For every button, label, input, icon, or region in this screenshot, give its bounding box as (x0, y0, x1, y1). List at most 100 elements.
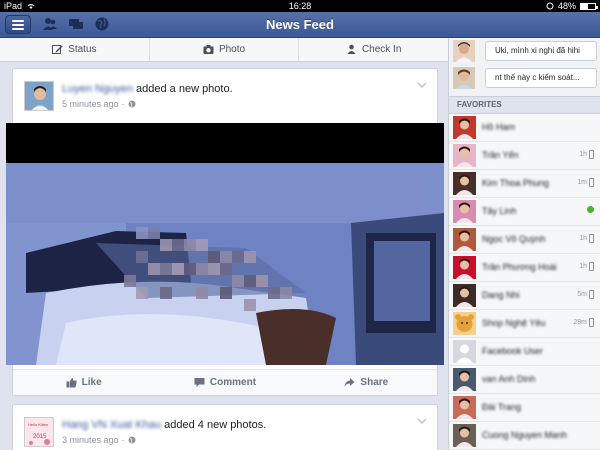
mobile-phone-icon (589, 234, 594, 243)
favorite-friend-row[interactable]: Trần Phương Hoài 1h (449, 254, 600, 282)
comment-button[interactable]: Comment (154, 370, 295, 395)
presence-status: 28m (573, 318, 594, 327)
friend-name: Ngọc Võ Quỳnh (482, 234, 546, 244)
checkin-label: Check In (361, 44, 402, 55)
friend-avatar (453, 368, 476, 391)
favorite-friend-row[interactable]: Shop Nghệ Yêu 28m (449, 310, 600, 338)
photo-button[interactable]: Photo (150, 38, 300, 61)
share-label: Share (360, 377, 389, 388)
clock: 16:28 (288, 1, 312, 11)
presence-status: 1h (579, 262, 594, 271)
author-avatar[interactable]: Hello Kiiten 2015 (24, 417, 54, 447)
last-active-time: 1h (579, 151, 587, 158)
last-active-time: 5m (577, 291, 587, 298)
favorite-friend-row[interactable]: Đài Trang (449, 394, 600, 422)
presence-status (587, 206, 594, 213)
friend-avatar (453, 396, 476, 419)
ios-status-bar: iPad 16:28 48% (0, 0, 600, 12)
time-text[interactable]: 5 minutes ago (62, 99, 119, 109)
friend-name: Tây Linh (482, 206, 517, 216)
last-active-time: 1h (579, 235, 587, 242)
status-label: Status (68, 44, 97, 55)
last-active-time: 1m (577, 179, 587, 186)
top-navigation-bar: News Feed (0, 12, 600, 38)
favorite-friend-row[interactable]: Facebook User (449, 338, 600, 366)
battery-icon (580, 2, 598, 10)
friend-avatar (453, 228, 476, 251)
news-feed[interactable]: Luyen Nguyen added a new photo. 5 minute… (0, 62, 448, 450)
last-active-time: 28m (573, 319, 587, 326)
like-button[interactable]: Like (13, 370, 154, 395)
globe-icon (128, 100, 136, 108)
checkin-button[interactable]: Check In (299, 38, 448, 61)
post-photo[interactable] (6, 123, 444, 365)
author-name[interactable]: Hang VN Xuat Khau (62, 419, 161, 431)
favorite-friend-row[interactable]: Cuong Nguyen Manh (449, 422, 600, 450)
pencil-icon (52, 45, 63, 54)
mobile-phone-icon (589, 290, 594, 299)
presence-status: 5m (577, 290, 594, 299)
favorites-list: Hồ Ham Trần Yến 1h Kim Thoa Phung 1m Tây Linh… (449, 114, 600, 450)
friend-name: Dang Nhi (482, 290, 520, 300)
story-action-text: added 4 new photos. (164, 419, 267, 431)
friend-avatar (453, 284, 476, 307)
friend-name: Cuong Nguyen Manh (482, 430, 568, 440)
chat-bubble[interactable]: Uki, mình xi nghi đã hihi (485, 41, 597, 61)
favorite-friend-row[interactable]: Trần Yến 1h (449, 142, 600, 170)
chat-bubble[interactable]: nt thế này c kiếm soát... (485, 68, 597, 88)
status-button[interactable]: Status (0, 38, 150, 61)
photo-label: Photo (218, 44, 246, 55)
friend-avatar (453, 312, 476, 335)
mobile-phone-icon (589, 178, 594, 187)
friend-name: Kim Thoa Phung (482, 178, 549, 188)
online-dot-icon (587, 206, 594, 213)
author-avatar[interactable] (24, 81, 54, 111)
rotation-lock-icon (546, 2, 554, 10)
story-timestamp: 3 minutes ago · (62, 435, 136, 445)
chevron-down-icon[interactable] (417, 81, 427, 89)
story-actions: Like Comment Share (13, 369, 437, 395)
favorite-friend-row[interactable]: Tây Linh (449, 198, 600, 226)
favorite-friend-row[interactable]: van Anh Dinh (449, 366, 600, 394)
comment-icon (194, 378, 205, 387)
friend-name: Shop Nghệ Yêu (482, 318, 546, 328)
author-name[interactable]: Luyen Nguyen (62, 83, 133, 95)
avatar-year: 2015 (33, 434, 47, 440)
globe-icon (128, 436, 136, 444)
presence-status: 1m (577, 178, 594, 187)
favorite-friend-row[interactable]: Ngọc Võ Quỳnh 1h (449, 226, 600, 254)
friend-avatar (453, 116, 476, 139)
share-button[interactable]: Share (296, 370, 437, 395)
chat-head[interactable]: Uki, mình xi nghi đã hihi (449, 38, 600, 65)
mobile-phone-icon (589, 262, 594, 271)
feed-story: Hello Kiiten 2015 Hang VN Xuat Khau adde… (12, 404, 438, 450)
friend-avatar (453, 144, 476, 167)
story-header: Luyen Nguyen added a new photo. (62, 83, 233, 95)
time-text[interactable]: 3 minutes ago (62, 435, 119, 445)
person-pin-icon (347, 44, 356, 54)
presence-status: 1h (579, 234, 594, 243)
presence-status: 1h (579, 150, 594, 159)
favorite-friend-row[interactable]: Dang Nhi 5m (449, 282, 600, 310)
like-label: Like (81, 377, 102, 388)
page-title: News Feed (266, 17, 334, 32)
story-timestamp: 5 minutes ago · (62, 99, 136, 109)
friend-name: Trần Yến (482, 150, 519, 160)
friend-avatar (453, 256, 476, 279)
favorite-friend-row[interactable]: Hồ Ham (449, 114, 600, 142)
comment-label: Comment (209, 377, 257, 388)
mobile-phone-icon (589, 150, 594, 159)
chat-head[interactable]: nt thế này c kiếm soát... (449, 65, 600, 92)
thumbs-up-icon (66, 378, 77, 388)
mobile-phone-icon (589, 318, 594, 327)
favorite-friend-row[interactable]: Kim Thoa Phung 1m (449, 170, 600, 198)
chevron-down-icon[interactable] (417, 417, 427, 425)
chat-avatar (453, 40, 475, 62)
friend-avatar (453, 200, 476, 223)
friend-avatar (453, 340, 476, 363)
friend-name: Hồ Ham (482, 122, 516, 132)
last-active-time: 1h (579, 263, 587, 270)
feed-story: Luyen Nguyen added a new photo. 5 minute… (6, 68, 444, 396)
chat-avatar (453, 67, 475, 89)
friend-avatar (453, 172, 476, 195)
